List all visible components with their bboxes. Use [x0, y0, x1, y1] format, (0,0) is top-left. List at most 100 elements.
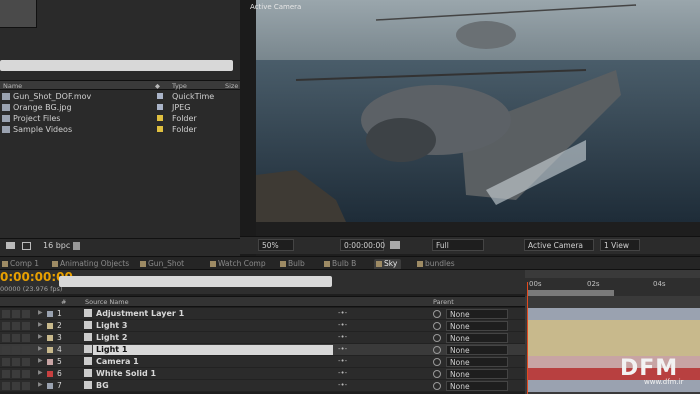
solo-icon[interactable]: [22, 370, 30, 378]
layer-name[interactable]: Light 1: [96, 345, 127, 354]
audio-icon[interactable]: [12, 334, 20, 342]
layer-label-swatch[interactable]: [47, 335, 53, 341]
layer-name[interactable]: Camera 1: [96, 357, 139, 366]
audio-icon[interactable]: [12, 370, 20, 378]
eye-icon[interactable]: [2, 382, 10, 390]
label-swatch[interactable]: [157, 93, 163, 99]
expand-arrow-icon[interactable]: ▶: [38, 309, 43, 316]
pickwhip-icon[interactable]: [433, 346, 441, 354]
eye-icon[interactable]: [2, 358, 10, 366]
parent-dropdown[interactable]: None: [446, 321, 508, 331]
layer-label-swatch[interactable]: [47, 323, 53, 329]
project-item-row[interactable]: Orange BG.jpg JPEG: [0, 102, 240, 113]
layer-row[interactable]: ▶ 2 Light 3 -•- None: [0, 320, 525, 332]
pickwhip-icon[interactable]: [433, 370, 441, 378]
shy-switch-icon[interactable]: -•-: [338, 357, 347, 365]
pickwhip-icon[interactable]: [433, 382, 441, 390]
pickwhip-icon[interactable]: [433, 322, 441, 330]
shy-switch-icon[interactable]: -•-: [338, 309, 347, 317]
camera-view-dropdown[interactable]: Active Camera: [524, 239, 594, 251]
eye-icon[interactable]: [2, 346, 10, 354]
bit-depth-button[interactable]: 16 bpc: [43, 241, 70, 250]
timeline-search-input[interactable]: [59, 276, 332, 287]
layer-switches[interactable]: [2, 358, 32, 366]
label-swatch[interactable]: [157, 104, 163, 110]
label-swatch[interactable]: [157, 126, 163, 132]
expand-arrow-icon[interactable]: ▶: [38, 369, 43, 376]
eye-icon[interactable]: [2, 310, 10, 318]
tab-animating-objects[interactable]: Animating Objects: [50, 259, 129, 269]
layer-duration-bar[interactable]: [528, 320, 700, 332]
layer-switches[interactable]: [2, 310, 32, 318]
layer-name-edit-field[interactable]: [93, 345, 333, 355]
expand-arrow-icon[interactable]: ▶: [38, 357, 43, 364]
project-search-input[interactable]: [0, 60, 233, 71]
expand-arrow-icon[interactable]: ▶: [38, 321, 43, 328]
folder-icon[interactable]: [6, 242, 15, 249]
resolution-dropdown[interactable]: Full: [432, 239, 484, 251]
parent-dropdown[interactable]: None: [446, 309, 508, 319]
shy-switch-icon[interactable]: -•-: [338, 321, 347, 329]
work-area-bar[interactable]: [528, 290, 614, 296]
layer-row[interactable]: ▶ 5 Camera 1 -•- None: [0, 356, 525, 368]
layer-name[interactable]: Adjustment Layer 1: [96, 309, 184, 318]
shy-switch-icon[interactable]: -•-: [338, 345, 347, 353]
layer-name[interactable]: White Solid 1: [96, 369, 156, 378]
solo-icon[interactable]: [22, 310, 30, 318]
layer-label-swatch[interactable]: [47, 311, 53, 317]
layer-switches[interactable]: [2, 382, 32, 390]
parent-dropdown[interactable]: None: [446, 345, 508, 355]
parent-dropdown[interactable]: None: [446, 333, 508, 343]
layer-duration-bar[interactable]: [528, 344, 700, 356]
expand-arrow-icon[interactable]: ▶: [38, 381, 43, 388]
tab-bulb[interactable]: Bulb: [278, 259, 305, 269]
solo-icon[interactable]: [22, 346, 30, 354]
trash-icon[interactable]: [73, 242, 80, 250]
camera-icon[interactable]: [390, 241, 400, 249]
layer-label-swatch[interactable]: [47, 383, 53, 389]
layer-duration-bar[interactable]: [528, 308, 700, 320]
parent-dropdown[interactable]: None: [446, 369, 508, 379]
pickwhip-icon[interactable]: [433, 334, 441, 342]
layer-row[interactable]: ▶ 3 Light 2 -•- None: [0, 332, 525, 344]
name-column-header[interactable]: Name: [3, 82, 22, 90]
expand-arrow-icon[interactable]: ▶: [38, 345, 43, 352]
layer-row[interactable]: ▶ 1 Adjustment Layer 1 -•- None: [0, 308, 525, 320]
layer-row[interactable]: ▶ 6 White Solid 1 -•- None: [0, 368, 525, 380]
layer-name[interactable]: Light 2: [96, 333, 127, 342]
solo-icon[interactable]: [22, 322, 30, 330]
parent-dropdown[interactable]: None: [446, 381, 508, 391]
pickwhip-icon[interactable]: [433, 310, 441, 318]
expand-arrow-icon[interactable]: ▶: [38, 333, 43, 340]
parent-column-header[interactable]: Parent: [433, 298, 454, 306]
layer-label-swatch[interactable]: [47, 347, 53, 353]
layer-name[interactable]: Light 3: [96, 321, 127, 330]
solo-icon[interactable]: [22, 334, 30, 342]
parent-dropdown[interactable]: None: [446, 357, 508, 367]
project-item-row[interactable]: Project Files Folder: [0, 113, 240, 124]
playhead[interactable]: [527, 282, 528, 394]
tab-comp-1[interactable]: Comp 1: [0, 259, 39, 269]
solo-icon[interactable]: [22, 382, 30, 390]
eye-icon[interactable]: [2, 322, 10, 330]
shy-switch-icon[interactable]: -•-: [338, 333, 347, 341]
size-column-header[interactable]: Size: [225, 82, 238, 90]
layer-name[interactable]: BG: [96, 381, 109, 390]
tab-bundles[interactable]: bundles: [415, 259, 455, 269]
layer-duration-bar[interactable]: [528, 332, 700, 344]
audio-icon[interactable]: [12, 358, 20, 366]
layer-row[interactable]: ▶ 7 BG -•- None: [0, 380, 525, 392]
label-column-icon[interactable]: ◆: [155, 82, 160, 90]
pickwhip-icon[interactable]: [433, 358, 441, 366]
tab-watch-comp[interactable]: Watch Comp: [208, 259, 266, 269]
eye-icon[interactable]: [2, 334, 10, 342]
layer-row[interactable]: ▶ 4 Light 1 -•- None: [0, 344, 525, 356]
audio-icon[interactable]: [12, 346, 20, 354]
viewer-timecode[interactable]: 0:00:00:00: [340, 239, 385, 251]
audio-icon[interactable]: [12, 310, 20, 318]
layer-switches[interactable]: [2, 322, 32, 330]
shy-switch-icon[interactable]: -•-: [338, 381, 347, 389]
type-column-header[interactable]: Type: [172, 82, 187, 90]
layer-label-swatch[interactable]: [47, 359, 53, 365]
source-name-column-header[interactable]: Source Name: [85, 298, 129, 306]
